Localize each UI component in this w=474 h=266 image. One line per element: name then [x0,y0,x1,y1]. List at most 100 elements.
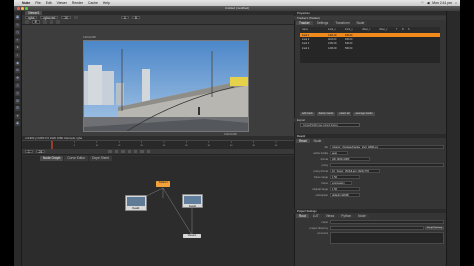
close-window-button[interactable] [17,7,20,10]
current-frame-field[interactable]: 1 [25,149,33,154]
menu-file[interactable]: File [33,1,43,5]
cache-locally-dropdown[interactable]: auto [330,151,348,155]
fps-dropdown[interactable]: 24 [35,149,46,154]
search-icon[interactable]: ⌕ [455,1,457,5]
select-all-button[interactable]: select all [337,112,352,116]
other-tool-icon[interactable]: ☰ [15,106,20,112]
tab-lut[interactable]: LUT [309,214,322,219]
tab-tracker[interactable]: Tracker [296,21,313,26]
tab-python[interactable]: Python [338,214,355,219]
read1-node[interactable]: Read1 [125,195,147,211]
prev-keyframe-button[interactable] [114,149,119,154]
delete-tracks-button[interactable]: delete tracks [316,112,336,116]
filter-tool-icon[interactable]: ◐ [15,52,20,58]
viewer-node[interactable]: Viewer1 [183,234,201,238]
input-a-dropdown[interactable]: A [120,15,129,20]
merge-tool-icon[interactable]: ⧉ [15,68,20,74]
read-file-field[interactable]: /Users/.../footage/tracker_shot_####.exr [330,145,444,149]
node-graph-canvas[interactable]: Tracker1 Read1 Read2 Viewer1 [22,161,294,266]
play-backward-button[interactable] [121,149,125,154]
volume-icon[interactable]: ◀ [427,1,430,5]
project-name-row: name [296,220,444,224]
draw-tool-icon[interactable]: ✎ [15,22,20,28]
image-tool-icon[interactable]: ▣ [15,15,20,20]
proxy-format-dropdown[interactable]: 1K_Super_35(full-ap) 1024x778 [330,169,380,173]
transform-tool-icon[interactable]: ✥ [15,75,20,81]
add-track-button[interactable]: add track [300,112,315,116]
stop-button[interactable] [127,149,131,154]
3d-tool-icon[interactable]: ◬ [15,83,20,89]
views-tool-icon[interactable]: ◎ [15,90,20,96]
read1-thumbnail [127,197,145,206]
minimize-window-button[interactable] [21,7,24,10]
read2-node[interactable]: Read2 [182,194,203,208]
read-node-header[interactable]: Read1 [294,134,446,138]
keyer-tool-icon[interactable]: ◆ [15,60,20,66]
gamma-icon[interactable] [43,20,47,24]
channels-dropdown[interactable]: rgba [25,15,38,20]
col-offset-x: offset_x [362,28,371,31]
format-dropdown-prop[interactable]: HD 1920x1080 [330,157,370,161]
script-directory-button[interactable]: Script Directory [425,226,444,231]
roi-icon[interactable] [56,20,60,24]
project-comment-field[interactable] [330,232,444,244]
last-frame-button[interactable] [146,149,151,154]
wifi-icon[interactable]: ◠ [421,1,424,5]
menu-viewer[interactable]: Viewer [54,1,69,5]
tab-root[interactable]: Root [296,214,309,219]
proxy-icon[interactable] [49,20,54,24]
tab-views[interactable]: Views [322,214,338,219]
gain-icon[interactable] [25,20,29,24]
menu-edit[interactable]: Edit [43,1,54,5]
tab-project-node[interactable]: Node [355,214,369,219]
input-b-dropdown[interactable]: B [131,15,141,20]
play-forward-button[interactable] [133,149,138,154]
footage-frame [84,41,248,131]
menu-render[interactable]: Render [69,1,85,5]
properties-header: Properties [294,11,446,15]
color-tool-icon[interactable]: ● [15,45,20,51]
track-name: track 3 [302,42,310,46]
project-name-label: name [321,220,329,224]
meta-tool-icon[interactable]: ⊞ [15,98,20,104]
time-tool-icon[interactable]: ◷ [15,30,20,36]
ocula-tool-icon[interactable]: ◉ [15,121,20,127]
tracker-node-header[interactable]: Tracker1 (Tracker) [294,16,446,20]
viewer-button[interactable] [74,15,78,20]
tab-read[interactable]: Read [296,139,310,144]
menu-cache[interactable]: Cache [86,1,101,5]
menu-app-name[interactable]: Nuke [20,1,33,5]
project-directory-field[interactable] [330,226,425,230]
project-name-field[interactable] [330,220,444,224]
average-tracks-button[interactable]: average tracks [353,112,375,116]
export-dropdown[interactable]: CornerPin2D (use current frame) [300,123,360,127]
channel-tool-icon[interactable]: ≡ [15,37,20,43]
read2-thumbnail [184,196,201,204]
frame-range-field[interactable]: 1 50 [330,175,360,179]
tab-tracker-node[interactable]: Node [353,21,368,26]
first-frame-button[interactable] [108,149,112,154]
next-keyframe-button[interactable] [140,149,144,154]
tracker-node[interactable]: Tracker1 [156,181,170,187]
playhead[interactable] [51,141,53,149]
original-range-field[interactable]: 1 50 [330,187,360,191]
track-x: 1446.00 [328,46,337,50]
zoom-dropdown[interactable]: fit [31,20,41,24]
format-dropdown[interactable]: 1K [61,15,72,20]
viewer-image[interactable] [83,40,249,132]
furnace-tool-icon[interactable]: ✦ [15,113,20,119]
zoom-window-button[interactable] [25,7,28,10]
tab-tracker-settings[interactable]: Settings [313,21,332,26]
tab-read-node[interactable]: Node [310,139,325,144]
project-settings-header[interactable]: Project Settings [294,209,446,213]
timeline-ruler[interactable]: 15101520253035404550 [50,141,280,149]
colorspace-dropdown[interactable]: default (sRGB) [330,193,360,197]
original-range-label: original range [312,187,328,191]
frame-mode-dropdown[interactable]: expression [330,181,352,185]
tab-tracker-transform[interactable]: Transform [332,21,353,26]
clock[interactable]: Mon 2:41 pm [432,1,452,5]
proxy-field[interactable] [330,163,444,167]
table-row[interactable]: track 4 1446.00 566.00 [300,46,440,50]
layer-dropdown[interactable]: rgba.red [40,15,59,20]
menu-help[interactable]: Help [100,1,112,5]
